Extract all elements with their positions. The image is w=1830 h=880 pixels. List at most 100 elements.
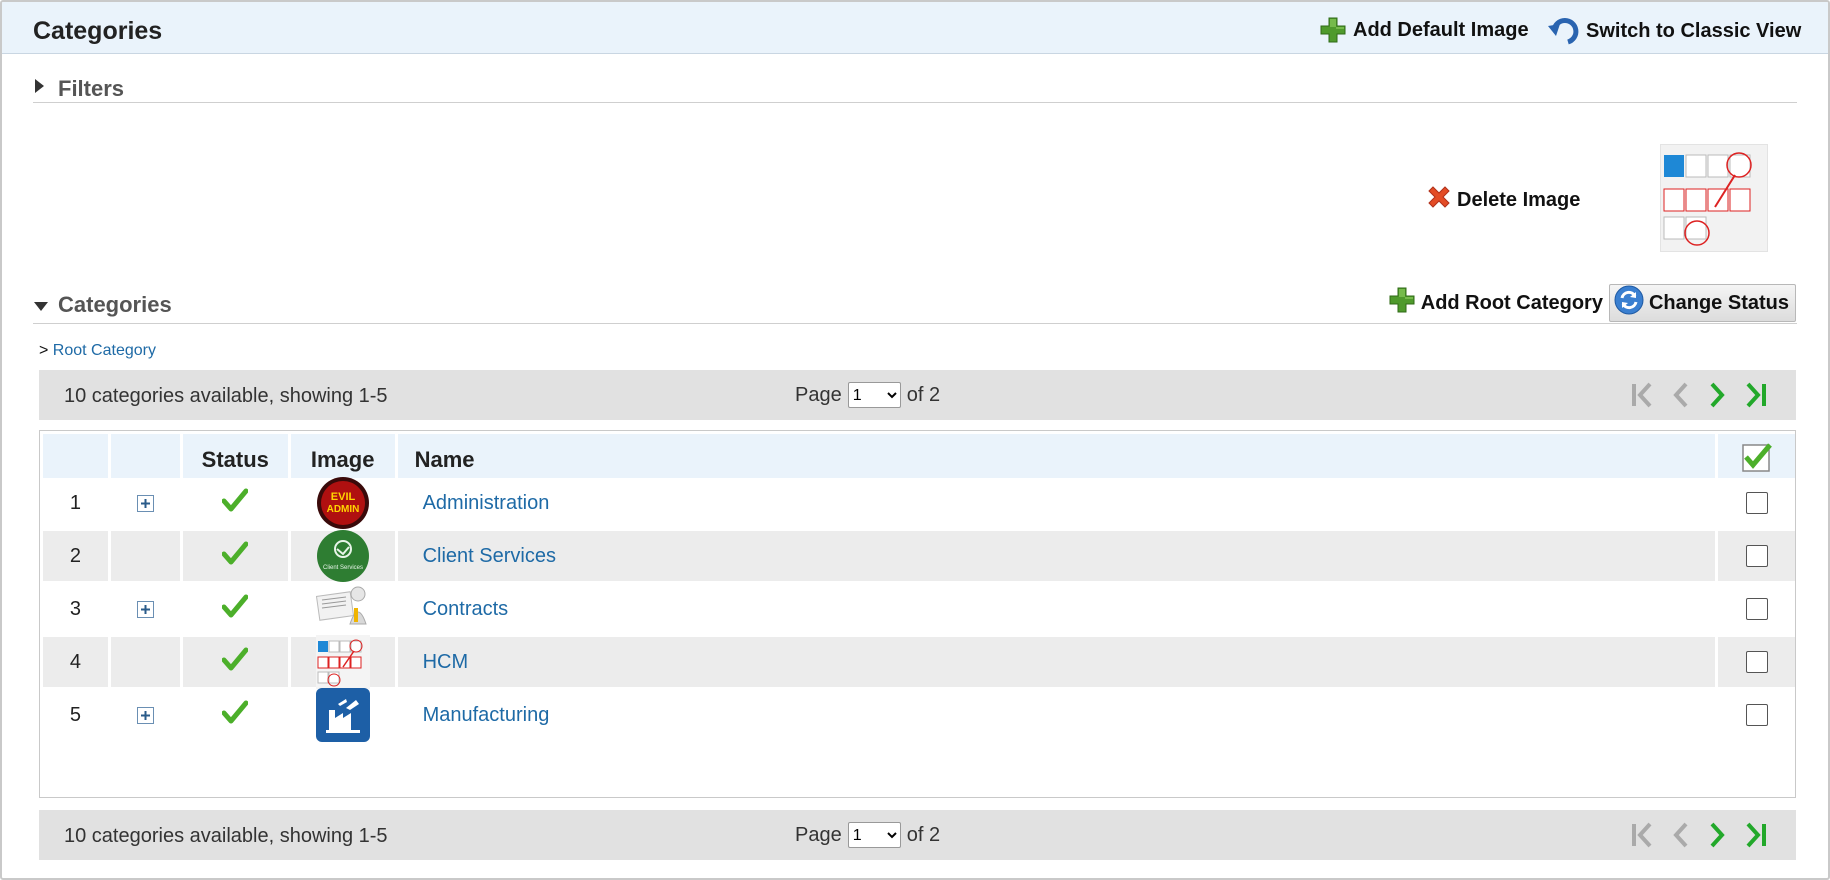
row-select	[1718, 637, 1795, 687]
caret-right-icon	[33, 78, 45, 99]
table-row: 1 EVIL ADMIN Administration	[40, 477, 1795, 529]
active-check-icon	[221, 647, 249, 677]
switch-classic-view-label: Switch to Classic View	[1586, 19, 1802, 42]
row-status	[182, 478, 291, 528]
row-expand-cell	[110, 637, 183, 687]
row-number: 2	[43, 531, 111, 581]
page-select[interactable]: 1	[847, 382, 901, 408]
row-select	[1718, 690, 1795, 740]
add-default-image-label: Add Default Image	[1353, 18, 1529, 41]
pager-nav	[1630, 821, 1768, 849]
row-image[interactable]: Client Services	[290, 529, 398, 583]
row-number: 5	[43, 690, 111, 740]
prev-page-icon[interactable]	[1668, 381, 1692, 409]
row-select	[1718, 478, 1795, 528]
expand-plus-icon[interactable]	[136, 494, 154, 512]
category-name-link[interactable]: Manufacturing	[423, 704, 550, 727]
table-row: 2 Client Services Client Services	[40, 529, 1795, 583]
row-expand-cell	[110, 478, 183, 528]
breadcrumb-root-category[interactable]: Root Category	[53, 342, 156, 359]
page-selector: Page 1 of 2	[795, 822, 940, 848]
table-row: 5 Manufacturing	[40, 688, 1795, 742]
contracts-icon	[315, 582, 370, 636]
row-select	[1718, 584, 1795, 634]
pager-count-text: 10 categories available, showing 1-5	[64, 825, 388, 847]
row-checkbox[interactable]	[1745, 492, 1768, 514]
hcm-screenshot-icon	[315, 635, 370, 689]
page-of-label: of 2	[906, 823, 941, 846]
row-select	[1718, 531, 1795, 581]
categories-actions: Add Root Category Change Status	[1388, 284, 1796, 322]
row-checkbox[interactable]	[1745, 545, 1768, 567]
active-check-icon	[221, 488, 249, 518]
first-page-icon[interactable]	[1630, 381, 1654, 409]
undo-arrow-icon	[1548, 16, 1580, 46]
next-page-icon[interactable]	[1706, 821, 1730, 849]
image-text: Client Services	[323, 565, 363, 571]
row-status	[182, 531, 291, 581]
last-page-icon[interactable]	[1744, 381, 1768, 409]
row-name: Administration	[397, 478, 1719, 528]
row-image[interactable]	[290, 688, 398, 742]
row-name: HCM	[397, 637, 1719, 687]
row-name: Client Services	[397, 531, 1719, 581]
plus-icon	[1319, 16, 1347, 44]
table-row: 3 Contracts	[40, 582, 1795, 636]
row-expand-cell	[110, 531, 183, 581]
row-expand-cell	[110, 584, 183, 634]
switch-classic-view-button[interactable]: Switch to Classic View	[1548, 16, 1801, 46]
category-name-link[interactable]: Administration	[423, 492, 550, 515]
categories-title: Categories	[58, 292, 172, 317]
category-name-link[interactable]: HCM	[423, 651, 469, 674]
row-image[interactable]: EVIL ADMIN	[290, 477, 398, 529]
category-name-link[interactable]: Client Services	[423, 545, 556, 568]
page-header: Categories Add Default Image Switch to C…	[2, 2, 1828, 54]
row-expand-cell	[110, 690, 183, 740]
row-checkbox[interactable]	[1745, 598, 1768, 620]
next-page-icon[interactable]	[1706, 381, 1730, 409]
row-checkbox[interactable]	[1745, 704, 1768, 726]
change-status-button[interactable]: Change Status	[1608, 284, 1796, 322]
row-image[interactable]	[290, 635, 398, 689]
image-text-line-2: ADMIN	[326, 504, 359, 515]
table-row: 4 HCM	[40, 635, 1795, 689]
caret-down-icon	[33, 299, 49, 317]
last-page-icon[interactable]	[1744, 821, 1768, 849]
row-number: 4	[43, 637, 111, 687]
row-number: 1	[43, 478, 111, 528]
category-name-link[interactable]: Contracts	[423, 598, 509, 621]
active-check-icon	[221, 541, 249, 571]
row-status	[182, 690, 291, 740]
delete-image-button[interactable]: Delete Image	[1425, 183, 1580, 217]
refresh-icon	[1614, 285, 1644, 321]
select-all-check-icon	[1741, 442, 1772, 478]
client-services-icon: Client Services	[316, 529, 370, 583]
breadcrumb: > Root Category	[39, 342, 156, 360]
filters-title: Filters	[58, 76, 125, 101]
page-select[interactable]: 1	[847, 822, 901, 848]
prev-page-icon[interactable]	[1668, 821, 1692, 849]
filters-section[interactable]: Filters	[33, 72, 1797, 103]
expand-plus-icon[interactable]	[136, 600, 154, 618]
row-image[interactable]	[290, 582, 398, 636]
page-title: Categories	[33, 17, 163, 45]
pager-top: 10 categories available, showing 1-5 Pag…	[39, 370, 1796, 420]
delete-image-label: Delete Image	[1457, 188, 1581, 211]
row-number: 3	[43, 584, 111, 634]
factory-icon	[315, 688, 370, 742]
page-of-label: of 2	[906, 383, 941, 406]
pager-nav	[1630, 381, 1768, 409]
delete-x-icon	[1425, 183, 1453, 217]
active-check-icon	[221, 700, 249, 730]
plus-icon	[1388, 286, 1416, 320]
add-default-image-button[interactable]: Add Default Image	[1319, 16, 1529, 44]
first-page-icon[interactable]	[1630, 821, 1654, 849]
breadcrumb-separator: >	[39, 342, 49, 359]
row-name: Manufacturing	[397, 690, 1719, 740]
row-checkbox[interactable]	[1745, 651, 1768, 673]
image-text-line-1: EVIL	[330, 491, 355, 503]
expand-plus-icon[interactable]	[136, 706, 154, 724]
row-status	[182, 637, 291, 687]
add-root-category-button[interactable]: Add Root Category	[1388, 286, 1603, 320]
row-name: Contracts	[397, 584, 1719, 634]
